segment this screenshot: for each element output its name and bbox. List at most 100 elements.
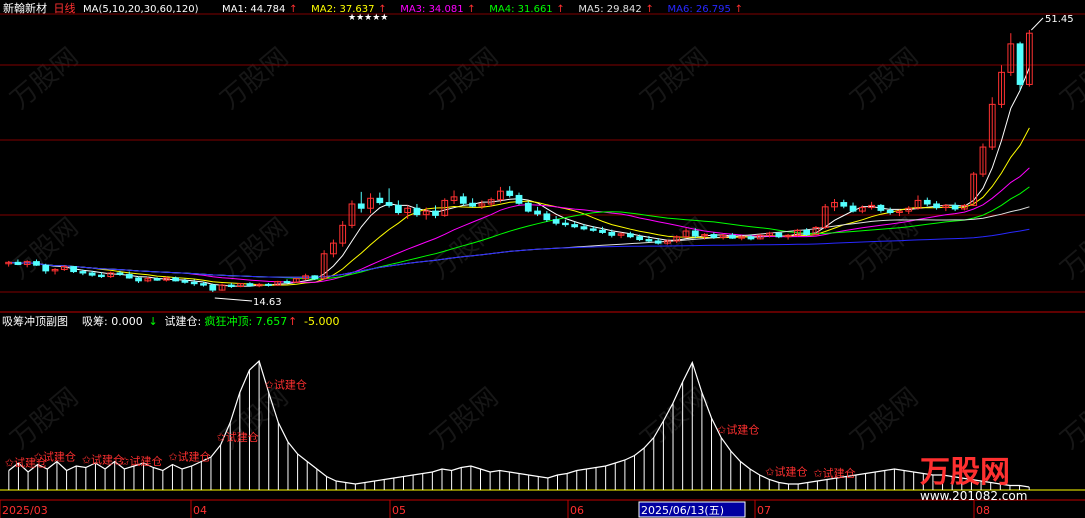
- signal-label: ✩试建仓: [217, 430, 259, 444]
- candle-body: [933, 203, 940, 209]
- candle: [923, 197, 931, 207]
- x-axis-label: 05: [392, 504, 406, 517]
- watermark-text: 万股网: [1055, 42, 1085, 115]
- candle: [413, 203, 421, 217]
- candle-body: [710, 234, 718, 238]
- candle-body: [135, 277, 142, 282]
- period-label: 日线: [54, 1, 76, 15]
- candle-body: [283, 281, 291, 284]
- candle-body: [413, 207, 421, 216]
- candle-body: [265, 283, 272, 286]
- candle: [877, 203, 885, 213]
- main-header: 新翰新材 日线 MA(5,10,20,30,60,120) MA1: 44.78…: [3, 1, 743, 15]
- stock-chart: 万股网 万股网 万股网 万股网 万股网 万股网万股网 万股网 万股网 万股网 万股网 万股网万股网万…: [0, 1, 1085, 518]
- candle: [450, 190, 458, 204]
- x-axis-label: 07: [757, 504, 771, 517]
- candle: [283, 279, 291, 284]
- candle-body: [840, 202, 848, 207]
- signal-label: ✩试建仓: [717, 423, 759, 437]
- candle: [459, 193, 467, 206]
- sub-legend-arrow: ↑: [288, 315, 297, 328]
- watermark-text: 万股网: [5, 382, 84, 455]
- ma-legend-item: MA6: 26.795: [668, 4, 731, 15]
- candle-body: [729, 234, 736, 239]
- high-price-label: 51.45: [1045, 14, 1074, 25]
- signal-label: ✩试建仓: [813, 466, 855, 480]
- candle-body: [459, 196, 467, 204]
- candle: [617, 232, 625, 239]
- watermark-text: 万股网: [5, 42, 84, 115]
- candle-body: [626, 233, 634, 238]
- candle: [979, 143, 987, 177]
- candle-body: [14, 261, 22, 265]
- candle-body: [589, 228, 597, 231]
- candle-body: [79, 271, 87, 274]
- candle-body: [153, 278, 161, 281]
- x-axis-label: 04: [193, 504, 207, 517]
- candle-body: [775, 232, 783, 238]
- watermark-text: 万股网: [1055, 212, 1085, 285]
- candle-body: [571, 224, 579, 228]
- sub-header: 吸筹冲顶副图 吸筹: 0.000 ↓ 试建仓: 疯狂冲顶: 7.657 ↑ -5.000: [2, 314, 339, 328]
- candle-body: [385, 202, 393, 206]
- candle-body: [432, 210, 439, 216]
- candle-body: [190, 281, 198, 285]
- candle: [357, 191, 365, 213]
- candle: [265, 282, 272, 287]
- low-leader: [214, 297, 253, 302]
- sub-legend: 吸筹: 0.000 ↓ 试建仓: 疯狂冲顶: 7.657 ↑ -5.000: [82, 314, 339, 328]
- candle: [831, 198, 838, 212]
- signal-label: ✩试建仓: [265, 378, 307, 392]
- candle: [497, 186, 504, 203]
- ma-legend-item: MA1: 44.784: [222, 4, 285, 15]
- watermark-text: 万股网: [1055, 382, 1085, 455]
- candle: [840, 199, 848, 209]
- candle: [626, 231, 634, 239]
- watermark-text: 万股网: [215, 212, 294, 285]
- candle: [107, 271, 115, 278]
- watermark-text: 万股网: [425, 382, 504, 455]
- watermark-text: 万股网: [635, 212, 714, 285]
- ma-legend-arrow: ↑: [289, 4, 297, 15]
- candle: [376, 192, 384, 205]
- signal-label: ✩试建仓: [34, 450, 76, 464]
- candle: [988, 97, 996, 150]
- ma-legend-item: MA2: 37.637: [311, 4, 374, 15]
- candle: [404, 205, 412, 219]
- low-price-label: 14.63: [253, 297, 282, 308]
- watermark-text: 万股网: [425, 212, 504, 285]
- candle: [292, 277, 300, 283]
- candle-body: [172, 277, 180, 282]
- watermark-text: 万股网: [215, 42, 294, 115]
- sub-legend-item: -5.000: [304, 315, 339, 328]
- candle: [246, 282, 254, 287]
- candle: [543, 211, 551, 222]
- watermark-text: 万股网: [845, 382, 924, 455]
- sub-legend-item: 疯狂冲顶: 7.657: [205, 314, 288, 328]
- candle-body: [125, 273, 133, 279]
- sub-chart-name: 吸筹冲顶副图: [2, 314, 68, 328]
- candle: [775, 232, 783, 239]
- candle-body: [691, 230, 699, 237]
- candle-body: [580, 226, 588, 230]
- candle-body: [534, 210, 541, 215]
- candle: [209, 283, 217, 292]
- candle: [868, 201, 875, 210]
- candle: [562, 219, 569, 227]
- candle: [42, 263, 50, 274]
- watermark-text: 万股网: [5, 212, 84, 285]
- candle: [933, 201, 940, 210]
- candle-body: [209, 284, 217, 291]
- candle: [237, 282, 244, 288]
- brand-logo-text: 万股网: [920, 455, 1010, 490]
- watermark-text: 万股网: [635, 42, 714, 115]
- chart-grid: [0, 13, 1085, 501]
- candle-body: [469, 202, 476, 207]
- x-axis-label: 2025/03: [2, 504, 48, 517]
- candle: [970, 171, 978, 207]
- brand-logo-url: www.201082.com: [920, 489, 1027, 503]
- ma-legend-item: MA5: 29.842: [578, 4, 641, 15]
- candle: [135, 276, 142, 283]
- candle-body: [116, 272, 124, 275]
- candle-body: [849, 205, 857, 212]
